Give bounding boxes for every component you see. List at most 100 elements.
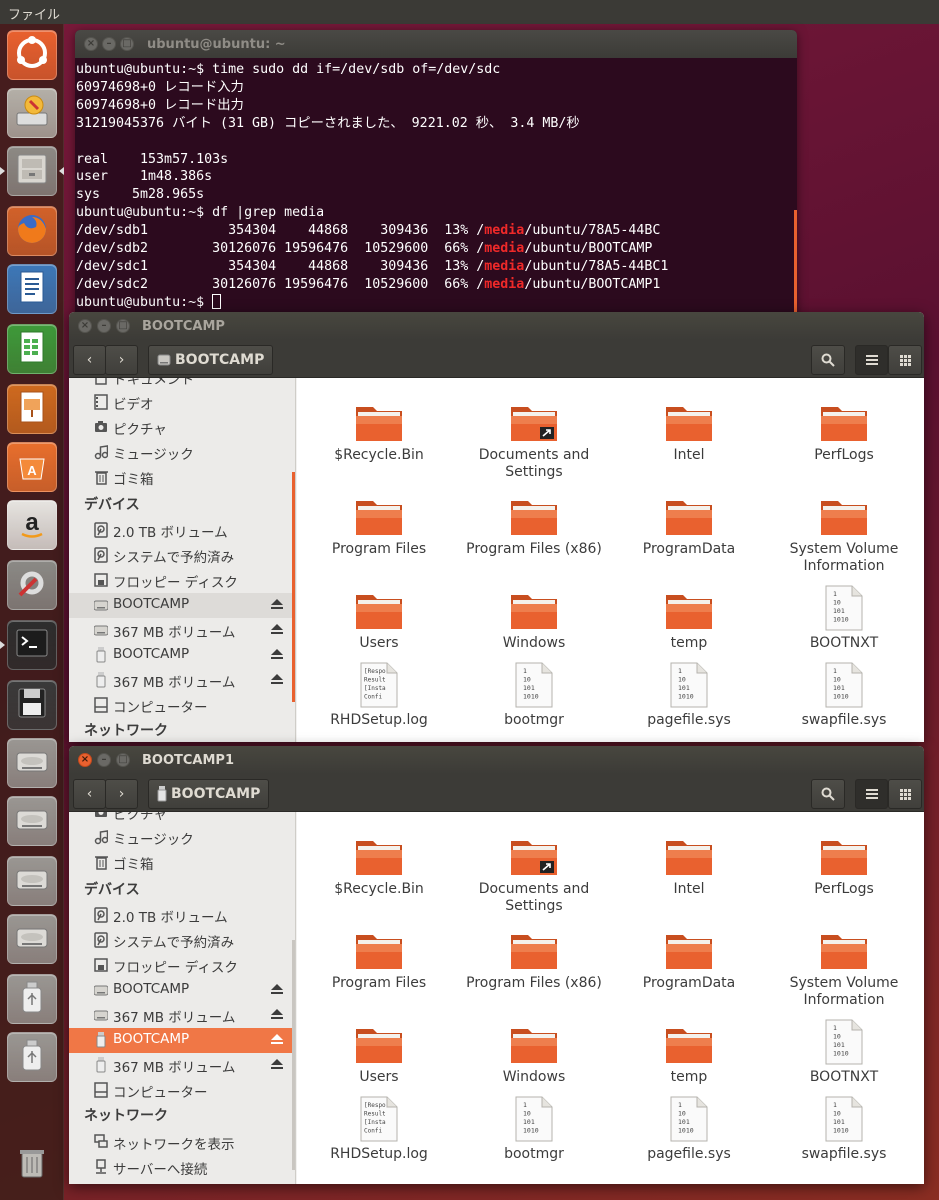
folder-item[interactable]: Intel <box>614 829 764 898</box>
sidebar-device-item[interactable]: システムで予約済み <box>69 543 295 568</box>
launcher-drive-button[interactable] <box>7 796 57 846</box>
sidebar-device-item[interactable]: コンピューター <box>69 1078 295 1103</box>
forward-button[interactable]: › <box>105 345 138 375</box>
launcher-floppy-button[interactable] <box>7 680 57 730</box>
file-item[interactable]: 1 10 101 1010 pagefile.sys <box>614 660 764 729</box>
sidebar-item-trash[interactable]: ゴミ箱 <box>69 850 295 875</box>
folder-item[interactable]: $Recycle.Bin <box>304 829 454 898</box>
file-item[interactable]: 1 10 101 1010 BOOTNXT <box>769 583 919 652</box>
file-menu[interactable]: ファイル <box>8 4 60 23</box>
search-button[interactable] <box>811 345 845 375</box>
launcher-firefox-button[interactable] <box>7 206 57 256</box>
folder-item[interactable]: Windows <box>459 1017 609 1086</box>
file-view[interactable]: $Recycle.Bin Documents and Settings Intel P… <box>297 378 924 742</box>
launcher-libreoffice-writer-button[interactable] <box>7 264 57 314</box>
close-icon[interactable]: × <box>84 37 98 51</box>
close-icon[interactable]: × <box>78 753 92 767</box>
sidebar-device-item[interactable]: 367 MB ボリューム <box>69 668 295 693</box>
launcher-libreoffice-impress-button[interactable] <box>7 384 57 434</box>
launcher-usb-drive-button[interactable] <box>7 974 57 1024</box>
eject-icon[interactable] <box>270 598 284 610</box>
launcher-software-center-button[interactable]: A <box>7 442 57 492</box>
folder-item[interactable]: temp <box>614 1017 764 1086</box>
grid-view-button[interactable] <box>888 779 922 809</box>
sidebar-item-music[interactable]: ミュージック <box>69 825 295 850</box>
sidebar-device-item[interactable]: BOOTCAMP <box>69 1028 295 1053</box>
close-icon[interactable]: × <box>78 319 92 333</box>
maximize-icon[interactable]: □ <box>120 37 134 51</box>
file-item[interactable]: [Respo Result [Insta Confi RHDSetup.log <box>304 660 454 729</box>
eject-icon[interactable] <box>270 1058 284 1070</box>
launcher-amazon-button[interactable]: a <box>7 500 57 550</box>
launcher-drive-button[interactable] <box>7 914 57 964</box>
minimize-icon[interactable]: – <box>97 319 111 333</box>
folder-item[interactable]: Users <box>304 1017 454 1086</box>
sidebar-scrollbar[interactable] <box>292 940 295 1170</box>
list-view-button[interactable] <box>855 779 888 809</box>
launcher-files-button[interactable] <box>7 146 57 196</box>
file-item[interactable]: [Respo Result [Insta Confi RHDSetup.log <box>304 1094 454 1163</box>
sidebar-device-item[interactable]: 367 MB ボリューム <box>69 618 295 643</box>
folder-item[interactable]: Windows <box>459 583 609 652</box>
eject-icon[interactable] <box>270 648 284 660</box>
sidebar-device-item[interactable]: システムで予約済み <box>69 928 295 953</box>
file-item[interactable]: 1 10 101 1010 bootmgr <box>459 1094 609 1163</box>
back-button[interactable]: ‹ <box>73 779 106 809</box>
minimize-icon[interactable]: – <box>102 37 116 51</box>
file-view[interactable]: $Recycle.Bin Documents and Settings Intel P… <box>297 812 924 1184</box>
window-titlebar[interactable]: × – □ BOOTCAMP1 <box>69 746 924 774</box>
sidebar-scrollbar[interactable] <box>292 472 295 702</box>
terminal-window[interactable]: × – □ ubuntu@ubuntu: ~ ubuntu@ubuntu:~$ … <box>75 30 797 320</box>
launcher-system-installer-button[interactable] <box>7 88 57 138</box>
back-button[interactable]: ‹ <box>73 345 106 375</box>
sidebar-device-item[interactable]: BOOTCAMP <box>69 593 295 618</box>
sidebar-network-item[interactable]: ネットワークを表示 <box>69 1130 295 1155</box>
location-button[interactable]: BOOTCAMP <box>148 345 274 375</box>
launcher-ubuntu-dash-button[interactable] <box>7 30 57 80</box>
sidebar-item-video[interactable]: ビデオ <box>69 390 295 415</box>
folder-item[interactable]: ProgramData <box>614 923 764 992</box>
file-manager-window-bootcamp[interactable]: × – □ BOOTCAMP ‹ › BOOTCAMP ドキュメント ビデオ ピクチ… <box>69 312 924 742</box>
sidebar-device-item[interactable]: BOOTCAMP <box>69 643 295 668</box>
eject-icon[interactable] <box>270 983 284 995</box>
folder-item[interactable]: Documents and Settings <box>459 395 609 481</box>
launcher-system-settings-button[interactable] <box>7 560 57 610</box>
file-item[interactable]: 1 10 101 1010 swapfile.sys <box>769 1094 919 1163</box>
sidebar-device-item[interactable]: 2.0 TB ボリューム <box>69 903 295 928</box>
launcher-drive-button[interactable] <box>7 738 57 788</box>
eject-icon[interactable] <box>270 1008 284 1020</box>
folder-item[interactable]: Program Files <box>304 489 454 558</box>
folder-item[interactable]: Intel <box>614 395 764 464</box>
terminal-output[interactable]: ubuntu@ubuntu:~$ time sudo dd if=/dev/sd… <box>75 58 797 312</box>
launcher-usb-drive-button[interactable] <box>7 1032 57 1082</box>
folder-item[interactable]: temp <box>614 583 764 652</box>
folder-item[interactable]: System Volume Information <box>769 489 919 575</box>
folder-item[interactable]: ProgramData <box>614 489 764 558</box>
maximize-icon[interactable]: □ <box>116 753 130 767</box>
folder-item[interactable]: Program Files (x86) <box>459 923 609 992</box>
file-item[interactable]: 1 10 101 1010 pagefile.sys <box>614 1094 764 1163</box>
folder-item[interactable]: Documents and Settings <box>459 829 609 915</box>
window-titlebar[interactable]: × – □ BOOTCAMP <box>69 312 924 340</box>
launcher-drive-button[interactable] <box>7 856 57 906</box>
forward-button[interactable]: › <box>105 779 138 809</box>
file-item[interactable]: 1 10 101 1010 swapfile.sys <box>769 660 919 729</box>
terminal-titlebar[interactable]: × – □ ubuntu@ubuntu: ~ <box>75 30 797 58</box>
sidebar-device-item[interactable]: 367 MB ボリューム <box>69 1053 295 1078</box>
folder-item[interactable]: PerfLogs <box>769 395 919 464</box>
search-button[interactable] <box>811 779 845 809</box>
location-button[interactable]: BOOTCAMP <box>148 779 270 809</box>
sidebar-device-item[interactable]: BOOTCAMP <box>69 978 295 1003</box>
eject-icon[interactable] <box>270 623 284 635</box>
file-manager-window-bootcamp1[interactable]: × – □ BOOTCAMP1 ‹ › BOOTCAMP ピクチャ ミュージックゴ… <box>69 746 924 1184</box>
sidebar-item-camera[interactable]: ピクチャ <box>69 812 295 825</box>
minimize-icon[interactable]: – <box>97 753 111 767</box>
sidebar-device-item[interactable]: コンピューター <box>69 693 295 718</box>
eject-icon[interactable] <box>270 673 284 685</box>
grid-view-button[interactable] <box>888 345 922 375</box>
launcher-trash-button[interactable] <box>7 1140 57 1190</box>
sidebar-network-item[interactable]: サーバーへ接続 <box>69 1155 295 1180</box>
sidebar-device-item[interactable]: フロッピー ディスク <box>69 568 295 593</box>
sidebar-item-trash[interactable]: ゴミ箱 <box>69 465 295 490</box>
eject-icon[interactable] <box>270 1033 284 1045</box>
